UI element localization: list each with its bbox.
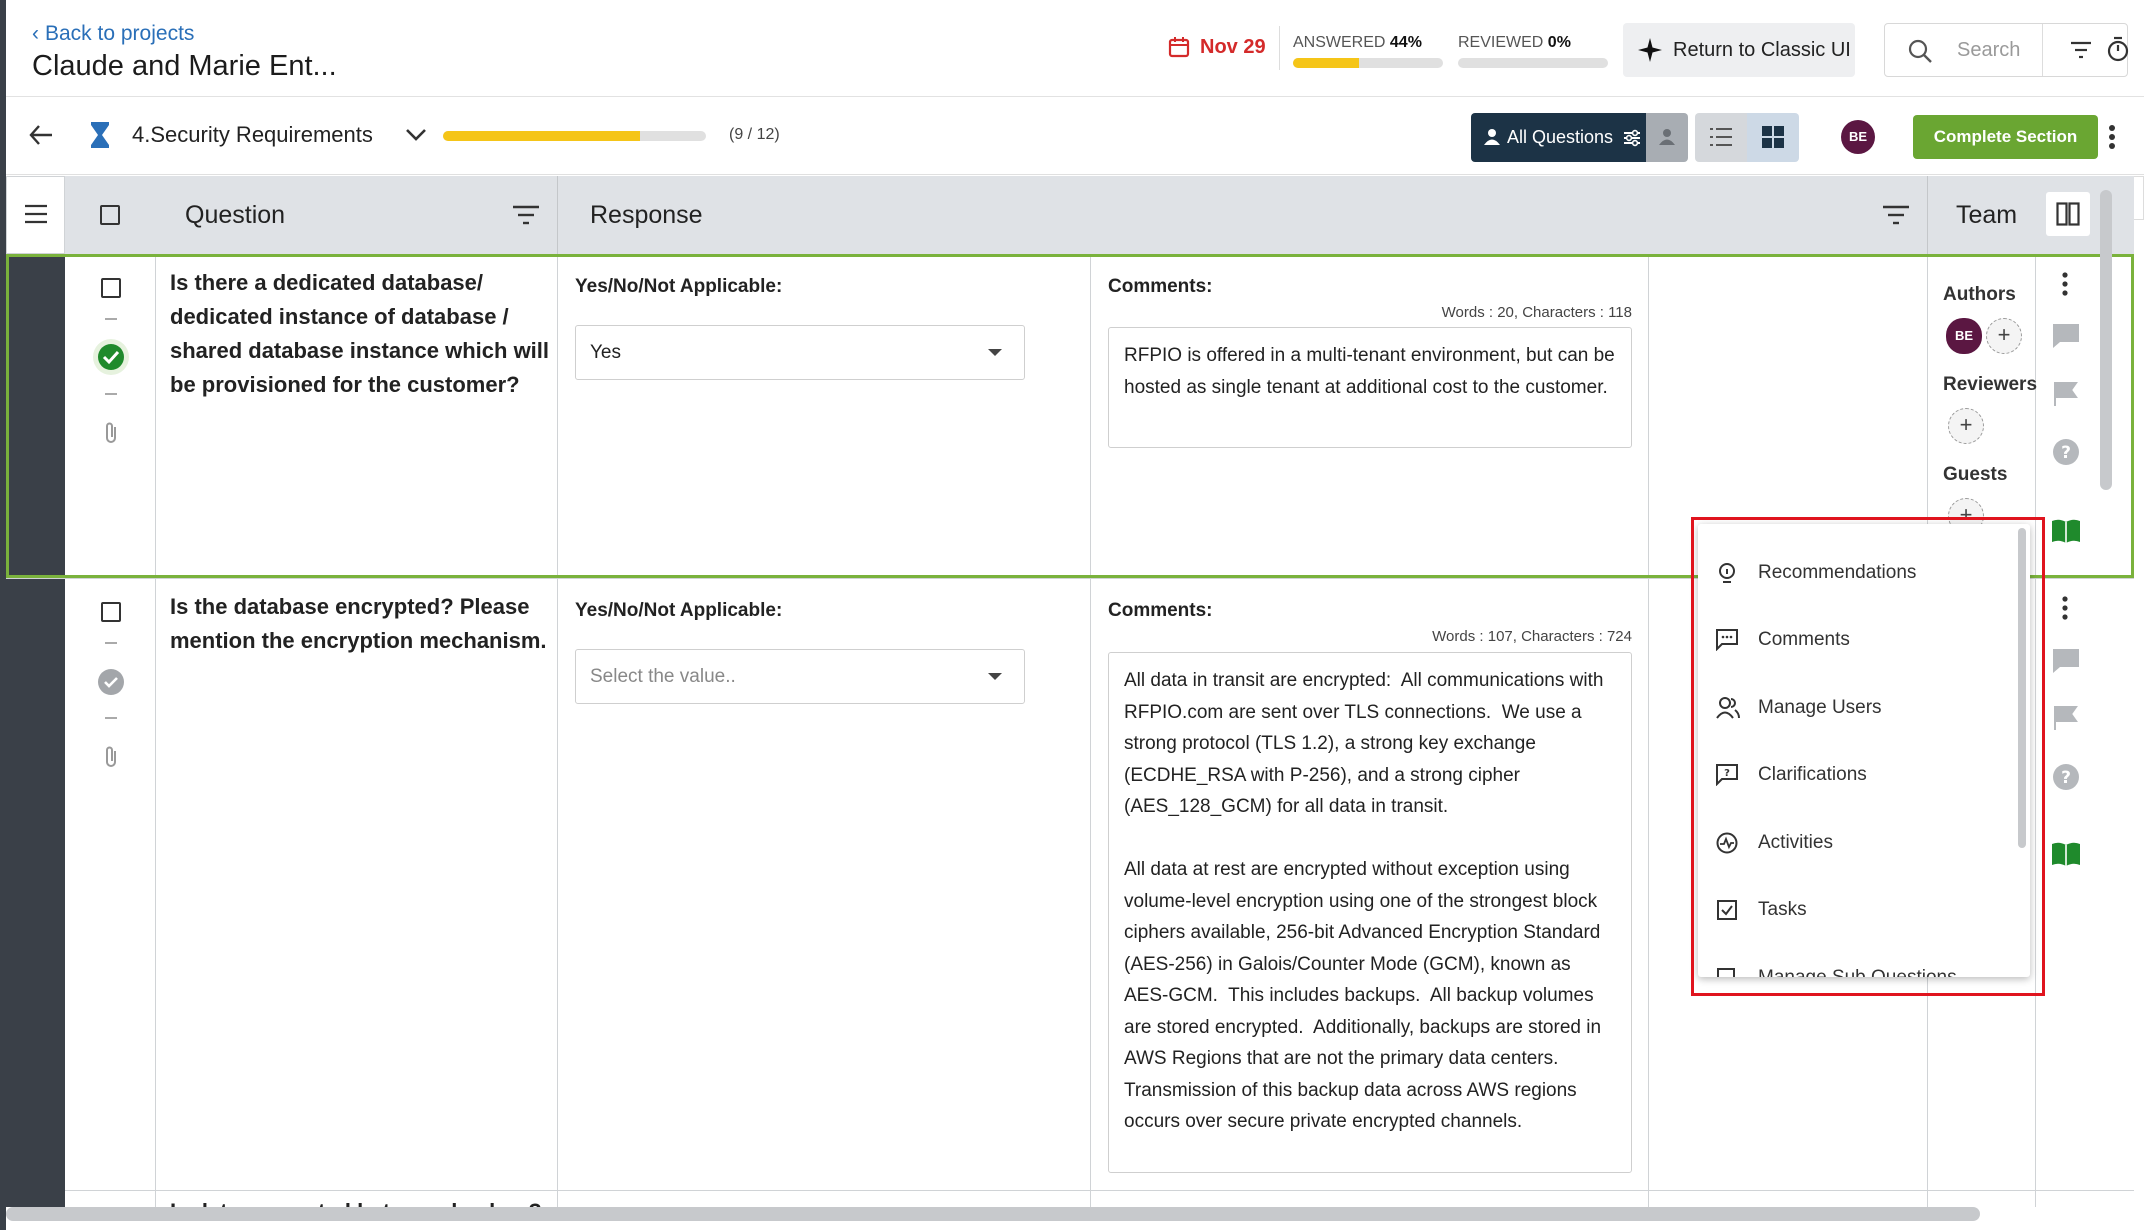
grid-icon: [1762, 126, 1784, 148]
flag-icon[interactable]: [2053, 705, 2079, 731]
search-icon: [1908, 39, 1932, 63]
filter-icon[interactable]: [512, 204, 540, 226]
authors-label: Authors: [1943, 284, 2016, 305]
word-count: Words : 20, Characters : 118: [1441, 304, 1632, 321]
row-checkbox[interactable]: [101, 602, 121, 622]
grid-view-button[interactable]: [1747, 113, 1799, 162]
book-icon[interactable]: [2051, 841, 2081, 867]
section-progress-text: (9 / 12): [729, 126, 780, 143]
status-answered-icon: [93, 339, 129, 375]
guests-label: Guests: [1943, 464, 2008, 485]
project-title: Claude and Marie Ent...: [32, 50, 337, 82]
hourglass-icon: [91, 122, 109, 148]
column-header-question: Question: [185, 201, 286, 229]
search-input[interactable]: Search: [1957, 39, 2020, 62]
help-icon[interactable]: ?: [2052, 763, 2080, 791]
sidebar-toggle[interactable]: [6, 176, 65, 254]
user-icon: [1659, 129, 1675, 145]
highlight-box: [1691, 517, 2045, 996]
search-box[interactable]: Search: [1884, 23, 2128, 77]
more-vertical-icon[interactable]: [2061, 596, 2069, 620]
top-bar: ‹ Back to projects Claude and Marie Ent..…: [0, 0, 2144, 97]
row-gutter: [6, 578, 65, 1207]
list-view-button[interactable]: [1695, 113, 1747, 162]
more-vertical-icon[interactable]: [2108, 124, 2116, 150]
row-checkbox[interactable]: [101, 278, 121, 298]
comment-textarea[interactable]: RFPIO is offered in a multi-tenant envir…: [1108, 327, 1632, 448]
chevron-down-icon[interactable]: [405, 128, 427, 142]
caret-down-icon: [988, 349, 1002, 356]
section-bar: 4.Security Requirements (9 / 12) All Que…: [0, 98, 2144, 175]
complete-section-button[interactable]: Complete Section: [1913, 115, 2098, 159]
row-gutter: [6, 1190, 65, 1207]
reviewed-progress-label: REVIEWED 0%: [1458, 34, 1571, 51]
caret-down-icon: [988, 673, 1002, 680]
sparkle-icon: [1638, 38, 1662, 62]
filter-icon[interactable]: [1882, 204, 1910, 226]
grid-header: Question Response Team: [6, 176, 2134, 254]
add-reviewer-button[interactable]: +: [1948, 408, 1984, 444]
reviewers-label: Reviewers: [1943, 374, 2038, 395]
answered-progress-label: ANSWERED 44%: [1293, 34, 1422, 51]
section-name: 4.Security Requirements: [132, 122, 373, 147]
question-text: Is there a dedicated database/ dedicated…: [170, 270, 550, 397]
select-all-checkbox[interactable]: [100, 205, 120, 225]
horizontal-scrollbar[interactable]: [6, 1207, 1980, 1221]
word-count: Words : 107, Characters : 724: [1432, 628, 1632, 645]
vertical-scrollbar[interactable]: [2100, 190, 2112, 490]
response-label: Yes/No/Not Applicable:: [575, 600, 783, 621]
column-header-response: Response: [590, 201, 703, 229]
filter-icon[interactable]: [2069, 39, 2093, 61]
all-questions-filter-button[interactable]: All Questions: [1471, 113, 1646, 162]
question-text: Is the database encrypted? Please mentio…: [170, 594, 547, 653]
column-layout-button[interactable]: [2046, 192, 2090, 236]
back-to-projects-link[interactable]: ‹ Back to projects: [32, 22, 194, 46]
section-progress-bar: [443, 131, 706, 141]
column-header-team: Team: [1956, 201, 2018, 229]
question-text: Is data encrypted between backup?: [170, 1195, 550, 1207]
help-icon[interactable]: ?: [2052, 438, 2080, 466]
svg-text:?: ?: [2061, 443, 2071, 463]
avatar[interactable]: BE: [1841, 120, 1875, 154]
sliders-icon: [1624, 129, 1640, 147]
paperclip-icon[interactable]: [100, 744, 122, 770]
flag-icon[interactable]: [2053, 381, 2079, 407]
response-label: Yes/No/Not Applicable:: [575, 276, 783, 297]
assigned-to-me-filter-button[interactable]: [1646, 113, 1688, 162]
answered-progress-bar: [1293, 58, 1443, 68]
chevron-left-icon: ‹: [32, 22, 39, 45]
columns-icon: [2056, 202, 2080, 226]
timer-icon[interactable]: [2106, 36, 2130, 62]
calendar-icon: [1168, 37, 1190, 58]
status-pending-icon: [98, 669, 124, 695]
svg-text:?: ?: [2061, 768, 2071, 788]
comments-label: Comments:: [1108, 276, 1213, 297]
reviewed-progress-bar: [1458, 58, 1608, 68]
comment-icon[interactable]: [2052, 323, 2080, 349]
list-icon: [1710, 128, 1732, 146]
more-vertical-icon[interactable]: [2061, 272, 2069, 296]
due-date: Nov 29: [1200, 36, 1266, 58]
author-avatar[interactable]: BE: [1946, 318, 1982, 354]
book-icon[interactable]: [2051, 518, 2081, 544]
add-author-button[interactable]: +: [1986, 318, 2022, 354]
hamburger-icon: [25, 204, 47, 224]
arrow-left-icon[interactable]: [28, 123, 54, 147]
response-select[interactable]: Yes: [575, 325, 1025, 380]
user-icon: [1484, 129, 1500, 145]
comments-label: Comments:: [1108, 600, 1213, 621]
comment-icon[interactable]: [2052, 648, 2080, 674]
response-select[interactable]: Select the value..: [575, 649, 1025, 704]
paperclip-icon[interactable]: [100, 420, 122, 446]
return-to-classic-ui-button[interactable]: Return to Classic UI: [1623, 23, 1855, 77]
comment-textarea[interactable]: All data in transit are encrypted: All c…: [1108, 652, 1632, 1173]
